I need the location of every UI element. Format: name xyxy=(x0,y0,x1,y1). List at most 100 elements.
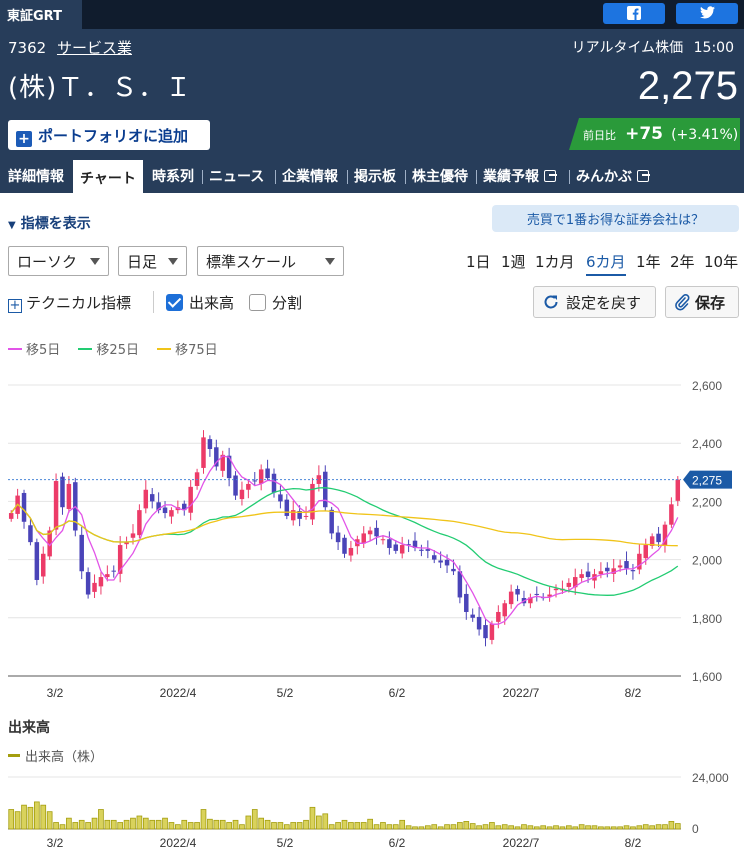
volume-bar xyxy=(264,819,271,830)
x-tick-label: 3/2 xyxy=(47,836,64,850)
volume-bar xyxy=(187,822,194,830)
volume-bar xyxy=(213,819,220,830)
volume-bar xyxy=(175,824,181,830)
candle-body xyxy=(534,593,540,595)
volume-bar xyxy=(85,822,91,830)
volume-bar xyxy=(21,804,27,830)
volume-bar xyxy=(277,822,284,830)
candle-body xyxy=(66,483,72,509)
volume-bar xyxy=(360,822,367,830)
volume-bar xyxy=(649,825,655,830)
stock-chart-page: 東証GRT 7362 サービス業 リアルタイム株価 15:00 (株)Ｔ．Ｓ．Ｉ… xyxy=(0,0,744,857)
volume-bar xyxy=(527,825,534,830)
volume-bar xyxy=(412,826,418,830)
volume-bar xyxy=(40,804,47,830)
candle-body xyxy=(457,571,463,598)
x-tick-label: 2022/4 xyxy=(160,686,197,700)
volume-bar xyxy=(578,824,585,830)
volume-bar xyxy=(66,817,72,830)
x-tick-label: 8/2 xyxy=(625,686,642,700)
volume-bar xyxy=(104,819,111,830)
volume-bar xyxy=(636,825,643,830)
volume-bar xyxy=(418,826,425,830)
volume-bar xyxy=(386,824,393,830)
candle-body xyxy=(367,530,373,535)
volume-bar xyxy=(251,809,258,830)
x-tick-label: 2022/7 xyxy=(503,836,540,850)
volume-bar xyxy=(27,806,34,830)
y-tick-label: 2,600 xyxy=(692,379,722,393)
candle-body xyxy=(53,481,59,530)
volume-bar xyxy=(290,822,297,830)
x-tick-label: 5/2 xyxy=(277,686,294,700)
candle-body xyxy=(669,504,674,525)
candle-body xyxy=(502,603,507,617)
volume-bar xyxy=(617,826,623,830)
candle-body xyxy=(111,570,117,572)
volume-bar xyxy=(559,826,566,830)
volume-bar xyxy=(207,818,213,830)
volume-bar xyxy=(341,819,348,830)
candle-body xyxy=(598,571,604,575)
volume-bar xyxy=(450,824,457,830)
candle-body xyxy=(496,611,501,622)
candle-body xyxy=(41,553,46,577)
volume-bar xyxy=(194,822,200,830)
candle-body xyxy=(265,468,270,479)
candle-body xyxy=(252,480,258,482)
volume-bar xyxy=(271,822,277,830)
candle-body xyxy=(393,544,399,551)
candle-body xyxy=(8,513,14,519)
candle-body xyxy=(85,572,91,595)
volume-bar xyxy=(117,822,124,830)
candle-body xyxy=(579,574,584,578)
volume-bar xyxy=(489,822,495,830)
candle-body xyxy=(470,614,475,618)
volume-bar xyxy=(354,822,361,830)
candle-body xyxy=(34,542,40,580)
x-tick-label: 2022/4 xyxy=(160,836,197,850)
volume-bar xyxy=(110,819,117,830)
candle-body xyxy=(483,625,488,639)
candle-body xyxy=(258,469,264,484)
candle-body xyxy=(630,570,636,572)
volume-bar xyxy=(59,824,66,830)
candle-body xyxy=(643,545,648,559)
candle-body xyxy=(137,510,142,536)
candle-body xyxy=(149,494,155,502)
candle-body xyxy=(508,591,514,605)
candle-body xyxy=(284,499,290,516)
x-tick-label: 6/2 xyxy=(389,686,406,700)
volume-bar xyxy=(226,822,232,830)
volume-bar xyxy=(521,824,527,830)
volume-bar xyxy=(8,809,15,830)
y-tick-label: 2,000 xyxy=(692,554,722,568)
volume-bar xyxy=(53,822,59,830)
volume-bar xyxy=(316,815,322,830)
candle-body xyxy=(585,571,591,578)
volume-bar xyxy=(219,819,226,830)
candle-body xyxy=(335,532,341,543)
volume-bar xyxy=(591,825,598,830)
volume-bar xyxy=(149,819,156,830)
volume-bar xyxy=(200,809,207,830)
volume-bar xyxy=(572,826,579,830)
volume-bar xyxy=(14,811,21,830)
volume-bar xyxy=(98,809,104,830)
candle-body xyxy=(105,574,110,578)
volume-bar xyxy=(399,819,406,830)
candle-body xyxy=(329,509,334,534)
x-tick-label: 8/2 xyxy=(625,836,642,850)
volume-bar xyxy=(437,826,444,830)
price-chart[interactable]: 2,600 2,400 2,200 2,000 1,800 1,600 3/2 3/2 2022… xyxy=(0,0,744,857)
volume-bar xyxy=(46,811,53,830)
volume-bar xyxy=(322,813,329,830)
volume-bar xyxy=(373,824,380,830)
candle-body xyxy=(431,555,437,560)
candle-body xyxy=(201,437,206,468)
volume-bar xyxy=(533,826,540,830)
volume-bar xyxy=(469,823,476,830)
candle-body xyxy=(374,527,379,537)
candle-body xyxy=(380,539,386,541)
candle-body xyxy=(617,565,623,568)
